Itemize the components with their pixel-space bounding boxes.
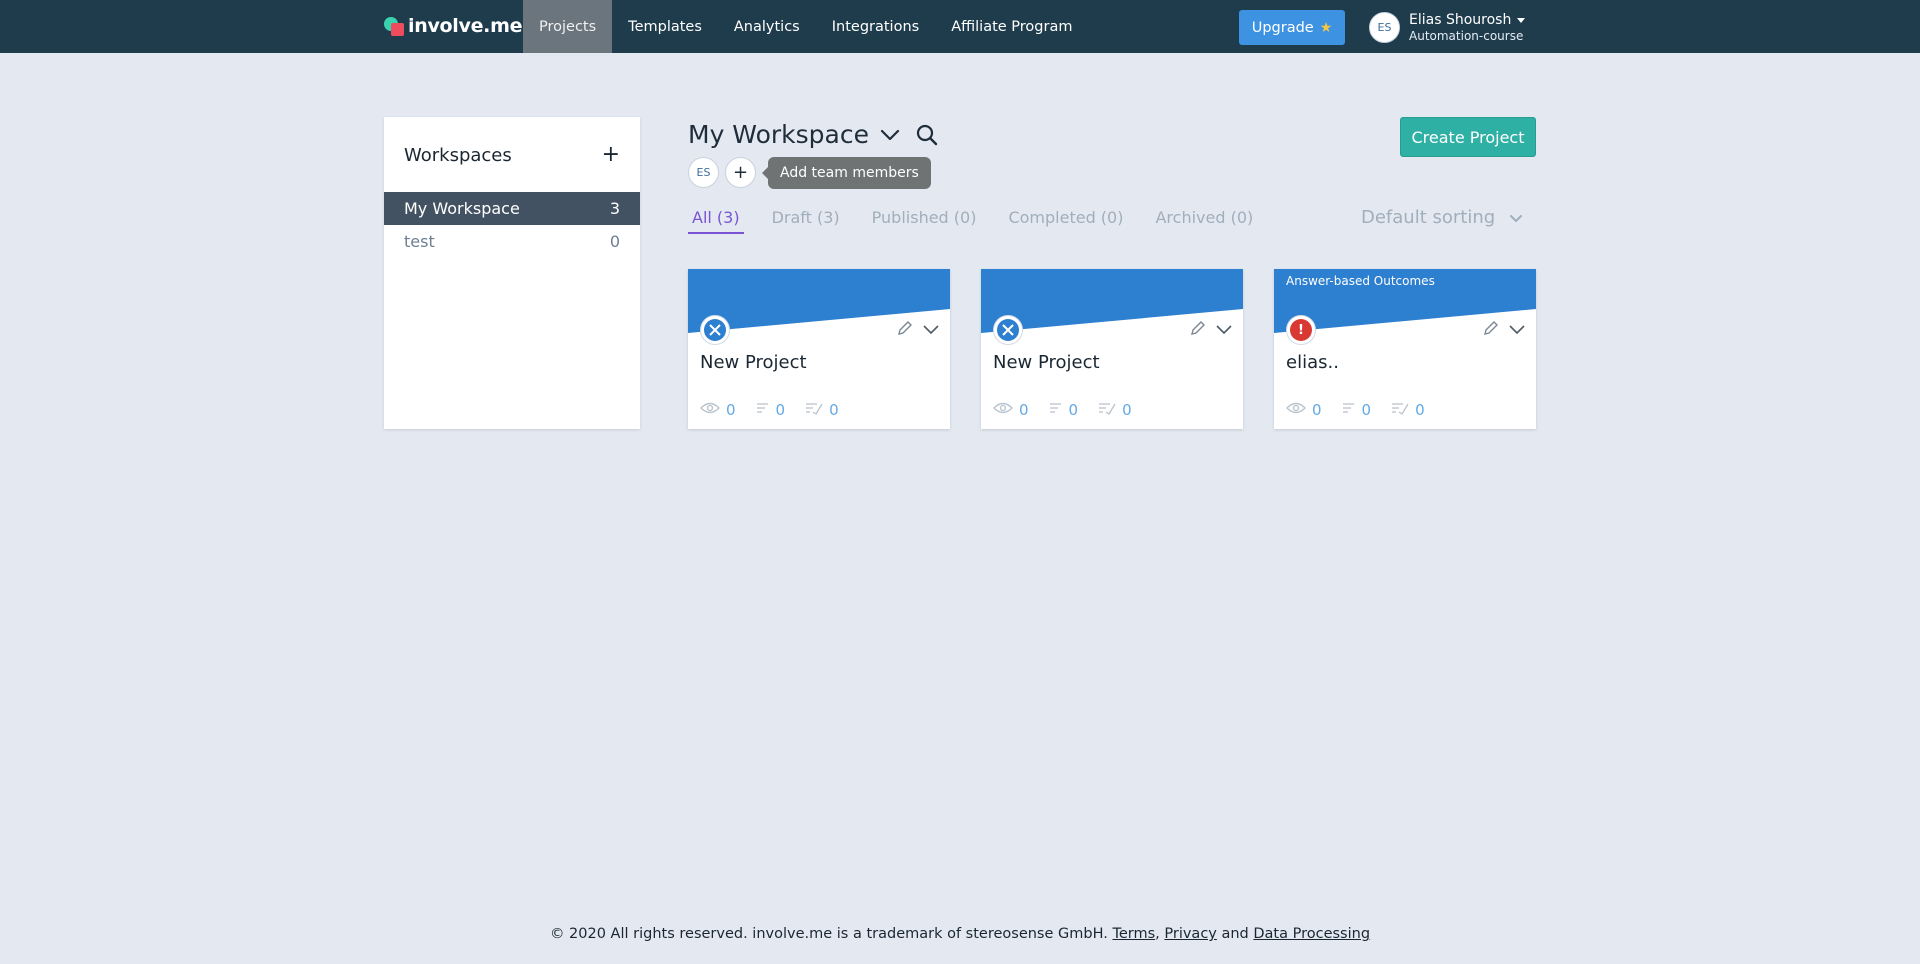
tab-draft[interactable]: Draft (3) [768,208,844,234]
nav-link-templates[interactable]: Templates [612,0,718,53]
chevron-down-icon[interactable] [879,124,901,146]
caret-down-icon [1517,17,1526,23]
add-team-member-button[interactable]: + [725,157,756,188]
eye-icon [993,401,1013,419]
submissions-count: 0 [1122,401,1132,419]
pencil-icon[interactable] [896,319,914,341]
exclamation-icon: ! [1286,315,1316,345]
add-workspace-button[interactable]: + [602,144,620,166]
user-menu[interactable]: ES Elias Shourosh Automation-course [1369,11,1526,43]
workspace-header: My Workspace [688,120,939,149]
submissions-count: 0 [829,401,839,419]
workspace-count: 3 [609,199,620,218]
logo-mark-icon [384,15,404,37]
wrench-ruler-icon [700,315,730,345]
chevron-down-icon [1509,207,1523,228]
nav-link-projects[interactable]: Projects [523,0,613,53]
workspace-count: 0 [609,232,620,251]
team-member-avatar[interactable]: ES [688,157,719,188]
views-count: 0 [1019,401,1029,419]
brand-name: involve.me [408,15,523,37]
project-type-label: Answer-based Outcomes [1286,274,1435,288]
avatar: ES [1369,12,1400,43]
workspace-item-my-workspace[interactable]: My Workspace 3 [384,192,640,225]
footer-copyright: © 2020 All rights reserved. involve.me i… [549,926,1108,942]
workspace-item-test[interactable]: test 0 [384,225,640,258]
create-project-button[interactable]: Create Project [1400,117,1536,157]
terms-link[interactable]: Terms [1112,926,1155,942]
tooltip: Add team members [762,157,931,189]
sorting-dropdown[interactable]: Default sorting [1361,207,1523,228]
list-icon [1342,401,1356,419]
privacy-link[interactable]: Privacy [1164,926,1217,942]
checklist-icon [1391,401,1409,419]
workspace-name: My Workspace [404,199,520,218]
project-title: New Project [700,352,807,373]
chevron-down-icon[interactable] [922,321,940,340]
top-navbar: involve.me Projects Templates Analytics … [0,0,1920,53]
chevron-down-icon[interactable] [1508,321,1526,340]
project-stats: 0 0 0 [700,401,839,419]
project-stats: 0 0 0 [993,401,1132,419]
wrench-ruler-icon [993,315,1023,345]
upgrade-label: Upgrade [1251,19,1314,36]
chevron-down-icon[interactable] [1215,321,1233,340]
tab-all[interactable]: All (3) [688,208,744,234]
workspace-name: test [404,232,435,251]
project-card[interactable]: New Project 0 0 0 [688,269,950,429]
project-title: elias.. [1286,352,1339,373]
user-organization: Automation-course [1409,28,1524,43]
views-count: 0 [1312,401,1322,419]
checklist-icon [805,401,823,419]
user-name: Elias Shourosh [1409,11,1512,28]
submissions-count: 0 [1415,401,1425,419]
nav-link-integrations[interactable]: Integrations [816,0,935,53]
team-members: ES + [688,157,756,188]
page-title: My Workspace [688,120,869,149]
data-processing-link[interactable]: Data Processing [1253,926,1370,942]
eye-icon [700,401,720,419]
starts-count: 0 [775,401,786,419]
sorting-label: Default sorting [1361,207,1496,228]
tab-archived[interactable]: Archived (0) [1151,208,1257,234]
list-icon [756,401,770,419]
project-card[interactable]: Answer-based Outcomes ! elias.. 0 0 0 [1274,269,1536,429]
page-footer: © 2020 All rights reserved. involve.me i… [0,926,1920,942]
status-tabs: All (3) Draft (3) Published (0) Complete… [688,208,1257,236]
checklist-icon [1098,401,1116,419]
list-icon [1049,401,1063,419]
project-title: New Project [993,352,1100,373]
pencil-icon[interactable] [1189,319,1207,341]
upgrade-button[interactable]: Upgrade ★ [1239,10,1345,45]
tab-published[interactable]: Published (0) [868,208,981,234]
nav-link-affiliate-program[interactable]: Affiliate Program [935,0,1088,53]
nav-link-analytics[interactable]: Analytics [718,0,816,53]
eye-icon [1286,401,1306,419]
project-card[interactable]: New Project 0 0 0 [981,269,1243,429]
sidebar-title: Workspaces [404,144,512,166]
search-icon[interactable] [915,123,939,147]
views-count: 0 [726,401,736,419]
tab-completed[interactable]: Completed (0) [1004,208,1127,234]
footer-comma: , [1155,926,1160,942]
star-icon: ★ [1319,19,1333,36]
starts-count: 0 [1361,401,1372,419]
brand-logo[interactable]: involve.me [384,14,522,38]
workspaces-sidebar: Workspaces + My Workspace 3 test 0 [384,117,640,429]
starts-count: 0 [1068,401,1079,419]
footer-and: and [1221,926,1249,942]
project-stats: 0 0 0 [1286,401,1425,419]
nav-links: Projects Templates Analytics Integration… [523,0,1088,53]
pencil-icon[interactable] [1482,319,1500,341]
